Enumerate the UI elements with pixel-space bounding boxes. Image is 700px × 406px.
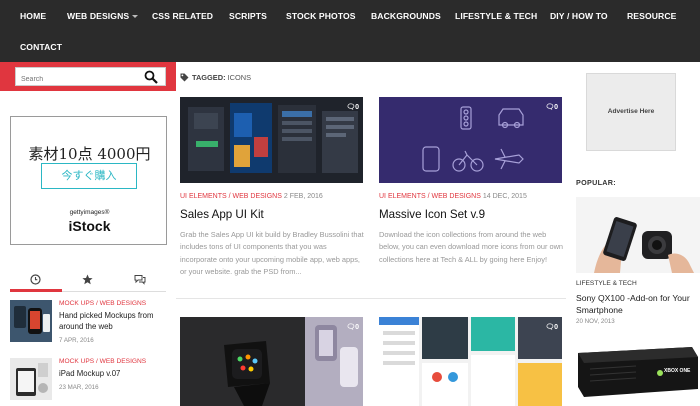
card-category[interactable]: UI ELEMENTS / WEB DESIGNS: [180, 193, 282, 200]
nav-item-web-designs[interactable]: WEB DESIGNS: [67, 10, 139, 22]
popular-category[interactable]: LIFESTYLE & TECH: [576, 280, 637, 287]
list-item[interactable]: MOCK UPS / WEB DESIGNS Hand picked Mocku…: [10, 300, 166, 346]
search-bar: [0, 62, 176, 91]
comment-count[interactable]: 🗨0: [545, 323, 558, 331]
clock-icon: [30, 274, 41, 285]
nav-item-diy-how-to[interactable]: DIY / HOW TO: [550, 10, 608, 22]
popular-title[interactable]: Sony QX100 -Add-on for Your Smartphone: [576, 292, 696, 316]
card-category[interactable]: UI ELEMENTS / WEB DESIGNS: [379, 193, 481, 200]
row-divider: [176, 298, 566, 299]
post-category[interactable]: MOCK UPS / WEB DESIGNS: [59, 300, 146, 307]
popular-date: 20 NOV, 2013: [576, 318, 615, 325]
tagged-prefix: TAGGED:: [192, 73, 226, 82]
nav-item-resource[interactable]: RESOURCE: [627, 10, 677, 22]
istock-advertisement[interactable]: 素材10点 4000円 今すぐ購入 gettyimages® iStock: [10, 116, 167, 245]
tag-icon: [180, 73, 189, 82]
nav-item-scripts[interactable]: SCRIPTS: [229, 10, 267, 22]
post-title[interactable]: iPad Mockup v.07: [59, 368, 167, 379]
list-item[interactable]: MOCK UPS / WEB DESIGNS iPad Mockup v.07 …: [10, 358, 166, 404]
ui-collection-preview: [379, 317, 562, 406]
popular-image-sony[interactable]: [576, 197, 700, 273]
comment-number: 0: [355, 324, 359, 331]
tagged-heading: TAGGED: ICONS: [192, 73, 251, 82]
search-box: [15, 67, 166, 88]
comment-icon: 🗨: [545, 324, 555, 331]
card-meta: UI ELEMENTS / WEB DESIGNS 14 DEC, 2015: [379, 193, 527, 200]
ad-brand-small: gettyimages®: [69, 209, 110, 216]
search-input[interactable]: [16, 71, 136, 88]
card-image-icon-set[interactable]: 🗨0: [379, 97, 562, 183]
tab-recent[interactable]: [10, 269, 62, 292]
comment-number: 0: [554, 324, 558, 331]
comment-icon: 🗨: [545, 104, 555, 111]
sales-app-preview: [180, 97, 363, 183]
ad-buy-button[interactable]: 今すぐ購入: [41, 163, 137, 189]
search-icon[interactable]: [144, 70, 158, 84]
nav-item-css-related[interactable]: CSS RELATED: [152, 10, 213, 22]
card-date: 2 FEB, 2016: [283, 193, 323, 200]
comment-icon: 🗨: [346, 324, 356, 331]
nav-item-stock-photos[interactable]: STOCK PHOTOS: [286, 10, 356, 22]
card-title[interactable]: Massive Icon Set v.9: [379, 208, 485, 221]
post-thumbnail[interactable]: [10, 300, 52, 342]
comments-icon: [134, 275, 146, 285]
ad-brand-logo: iStock: [68, 218, 111, 234]
post-thumbnail[interactable]: [10, 358, 52, 400]
comment-count[interactable]: 🗨0: [346, 323, 359, 331]
comment-number: 0: [355, 104, 359, 111]
xbox-label: XBOX ONE: [664, 368, 691, 374]
tagged-tag: ICONS: [227, 73, 251, 82]
nav-item-home[interactable]: HOME: [20, 10, 46, 22]
top-navigation: HOME WEB DESIGNS CSS RELATED SCRIPTS STO…: [0, 0, 700, 62]
post-date: 23 MAR, 2016: [59, 384, 99, 391]
card-excerpt: Grab the Sales App UI kit build by Bradl…: [180, 230, 364, 277]
nav-item-lifestyle-tech[interactable]: LIFESTYLE & TECH: [455, 10, 537, 22]
tab-comments[interactable]: [114, 269, 166, 292]
card-title[interactable]: Sales App UI Kit: [180, 208, 264, 221]
comment-count[interactable]: 🗨0: [346, 103, 359, 111]
comment-number: 0: [554, 104, 558, 111]
popular-image-xbox[interactable]: XBOX ONE: [576, 335, 700, 406]
post-title[interactable]: Hand picked Mockups from around the web: [59, 310, 167, 332]
star-icon: [82, 274, 93, 285]
comment-count[interactable]: 🗨0: [545, 103, 558, 111]
nav-item-label: WEB DESIGNS: [67, 11, 130, 21]
chevron-down-icon: [132, 15, 139, 19]
sony-qx100-photo: [576, 197, 700, 273]
icon-set-preview: [379, 97, 562, 183]
card-image-watch-mockup[interactable]: 🗨0: [180, 317, 363, 406]
advertise-here-banner[interactable]: Advertise Here: [586, 73, 676, 151]
watch-mockup-preview: [180, 317, 363, 406]
nav-item-backgrounds[interactable]: BACKGROUNDS: [371, 10, 441, 22]
comment-icon: 🗨: [346, 104, 356, 111]
sidebar-tabs: [10, 269, 166, 292]
post-date: 7 APR, 2016: [59, 337, 94, 344]
card-image-sales-app[interactable]: 🗨0: [180, 97, 363, 183]
card-excerpt: Download the icon collections from aroun…: [379, 230, 564, 264]
ad-headline: 素材10点 4000円: [28, 145, 151, 163]
card-date: 14 DEC, 2015: [482, 193, 527, 200]
nav-item-contact[interactable]: CONTACT: [20, 41, 62, 53]
post-category[interactable]: MOCK UPS / WEB DESIGNS: [59, 358, 146, 365]
popular-heading: POPULAR:: [576, 178, 616, 187]
card-meta: UI ELEMENTS / WEB DESIGNS 2 FEB, 2016: [180, 193, 323, 200]
tab-popular[interactable]: [62, 269, 114, 292]
card-image-ui-collection[interactable]: 🗨0: [379, 317, 562, 406]
